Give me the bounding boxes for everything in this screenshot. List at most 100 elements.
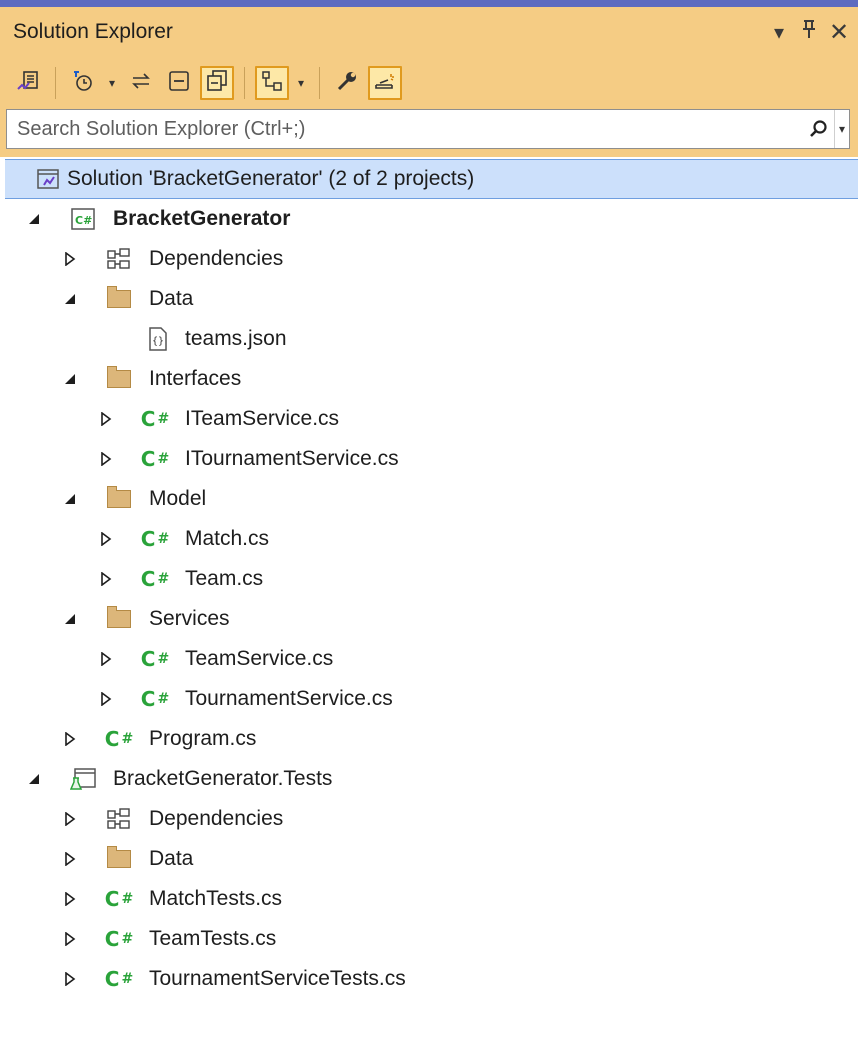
search-input[interactable] — [7, 116, 804, 142]
collapse-arrow-icon[interactable] — [26, 769, 42, 789]
tree-item-file-program[interactable]: C # Program.cs — [0, 719, 858, 759]
collapse-arrow-icon[interactable] — [26, 209, 42, 229]
expand-arrow-icon[interactable] — [62, 249, 78, 269]
folder-icon — [106, 486, 132, 512]
tree-item-label: Model — [149, 487, 207, 510]
expand-arrow-icon[interactable] — [98, 649, 114, 669]
tree-item-label: TournamentServiceTests.cs — [149, 967, 406, 990]
toolbar: ▾ ▾ — [0, 57, 858, 109]
collapse-arrow-icon[interactable] — [62, 609, 78, 629]
auto-hide-pin-icon[interactable] — [796, 19, 822, 45]
collapse-arrow-icon[interactable] — [62, 489, 78, 509]
wrench-icon — [335, 69, 359, 98]
view-class-diagram-button[interactable] — [255, 66, 289, 100]
window-accent-bar — [0, 0, 858, 7]
search-options-dropdown-icon[interactable]: ▾ — [834, 110, 849, 148]
tree-item-label: Solution 'BracketGenerator' (2 of 2 proj… — [67, 167, 475, 190]
csharp-file-icon: C # — [104, 967, 134, 991]
csharp-file-icon: C # — [104, 927, 134, 951]
collapse-arrow-icon[interactable] — [62, 289, 78, 309]
csharp-file-icon: C # — [140, 447, 170, 471]
folder-icon — [106, 286, 132, 312]
expand-arrow-icon[interactable] — [62, 929, 78, 949]
toolbar-separator — [244, 67, 245, 99]
expand-arrow-icon[interactable] — [98, 689, 114, 709]
expand-arrow-icon[interactable] — [62, 969, 78, 989]
expand-arrow-icon[interactable] — [98, 529, 114, 549]
solution-tree: Solution 'BracketGenerator' (2 of 2 proj… — [0, 157, 858, 999]
collapse-arrow-icon[interactable] — [62, 369, 78, 389]
switch-views-icon — [16, 69, 40, 98]
switch-views-button[interactable] — [11, 66, 45, 100]
folder-icon — [106, 366, 132, 392]
tree-item-folder-interfaces[interactable]: Interfaces — [0, 359, 858, 399]
tree-item-label: Match.cs — [185, 527, 270, 550]
tree-item-file-match[interactable]: C # Match.cs — [0, 519, 858, 559]
tree-item-project-bracketgenerator-tests[interactable]: BracketGenerator.Tests — [0, 759, 858, 799]
tree-item-file-matchtests[interactable]: C # MatchTests.cs — [0, 879, 858, 919]
preview-icon — [373, 69, 397, 98]
tree-item-label: Program.cs — [149, 727, 257, 750]
collapse-all-button[interactable] — [162, 66, 196, 100]
window-position-dropdown-icon[interactable]: ▾ — [766, 20, 792, 45]
tree-item-solution[interactable]: Solution 'BracketGenerator' (2 of 2 proj… — [5, 159, 858, 199]
csharp-file-icon: C # — [140, 647, 170, 671]
svg-text:{}: {} — [152, 336, 164, 347]
csharp-file-icon: C # — [140, 527, 170, 551]
expand-arrow-icon[interactable] — [98, 409, 114, 429]
tree-item-label: Dependencies — [149, 807, 284, 830]
tree-item-label: BracketGenerator — [113, 207, 291, 230]
title-bar: Solution Explorer ▾ ✕ — [0, 7, 858, 57]
tree-item-file-tournamentservice[interactable]: C # TournamentService.cs — [0, 679, 858, 719]
tree-item-label: MatchTests.cs — [149, 887, 283, 910]
tree-item-file-iteamservice[interactable]: C # ITeamService.cs — [0, 399, 858, 439]
collapse-all-icon — [167, 69, 191, 98]
expand-arrow-icon[interactable] — [62, 849, 78, 869]
expand-arrow-icon[interactable] — [62, 809, 78, 829]
tree-item-dependencies[interactable]: Dependencies — [0, 239, 858, 279]
dependencies-icon — [106, 246, 132, 272]
tree-item-project-bracketgenerator[interactable]: C# BracketGenerator — [0, 199, 858, 239]
tree-item-label: ITournamentService.cs — [185, 447, 399, 470]
expand-arrow-icon[interactable] — [98, 569, 114, 589]
tree-item-label: Data — [149, 847, 194, 870]
expand-arrow-icon[interactable] — [62, 889, 78, 909]
tree-item-label: BracketGenerator.Tests — [113, 767, 333, 790]
clock-icon — [71, 69, 95, 98]
tree-item-folder-model[interactable]: Model — [0, 479, 858, 519]
tree-item-file-team[interactable]: C # Team.cs — [0, 559, 858, 599]
tree-item-label: Interfaces — [149, 367, 242, 390]
tree-item-label: Team.cs — [185, 567, 264, 590]
sync-with-active-document-button[interactable] — [124, 66, 158, 100]
search-box: ▾ — [6, 109, 850, 149]
tree-item-file-teamtests[interactable]: C # TeamTests.cs — [0, 919, 858, 959]
expand-arrow-icon[interactable] — [98, 449, 114, 469]
preview-selected-items-button[interactable] — [368, 66, 402, 100]
pending-changes-dropdown-icon[interactable]: ▾ — [104, 76, 120, 90]
tree-item-file-itournamentservice[interactable]: C # ITournamentService.cs — [0, 439, 858, 479]
solution-icon — [35, 166, 61, 192]
tree-item-file-teams-json[interactable]: {} teams.json — [0, 319, 858, 359]
folder-icon — [106, 606, 132, 632]
search-icon[interactable] — [804, 119, 834, 139]
show-all-files-button[interactable] — [200, 66, 234, 100]
json-file-icon: {} — [145, 326, 171, 352]
tree-item-label: Services — [149, 607, 230, 630]
tree-item-folder-services[interactable]: Services — [0, 599, 858, 639]
toolbar-separator — [319, 67, 320, 99]
csharp-file-icon: C # — [140, 407, 170, 431]
properties-button[interactable] — [330, 66, 364, 100]
tree-item-folder-data[interactable]: Data — [0, 839, 858, 879]
search-bar-area: ▾ — [0, 109, 858, 157]
close-icon[interactable]: ✕ — [826, 18, 852, 47]
tree-item-file-teamservice[interactable]: C # TeamService.cs — [0, 639, 858, 679]
expand-arrow-icon[interactable] — [62, 729, 78, 749]
tree-item-dependencies[interactable]: Dependencies — [0, 799, 858, 839]
tree-item-file-tournamentservicetests[interactable]: C # TournamentServiceTests.cs — [0, 959, 858, 999]
sync-arrows-icon — [129, 69, 153, 98]
pending-changes-filter-button[interactable] — [66, 66, 100, 100]
class-diagram-dropdown-icon[interactable]: ▾ — [293, 76, 309, 90]
tree-item-folder-data[interactable]: Data — [0, 279, 858, 319]
tree-item-label: ITeamService.cs — [185, 407, 340, 430]
tree-item-label: TeamService.cs — [185, 647, 334, 670]
